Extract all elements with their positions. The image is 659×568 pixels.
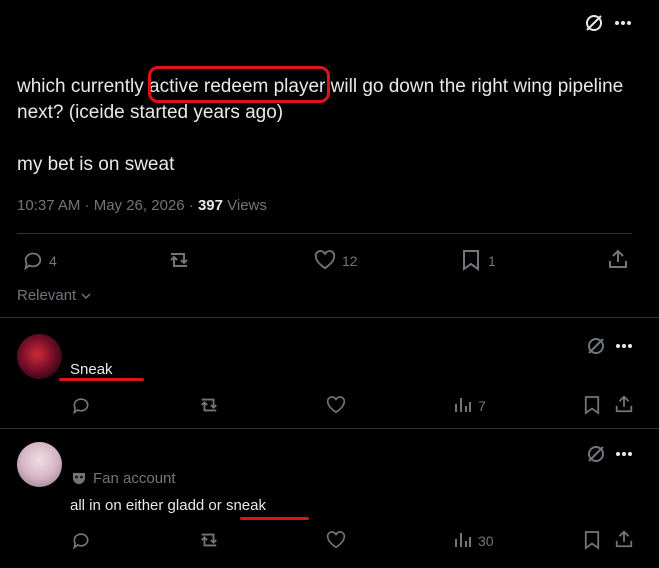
sort-dropdown[interactable]: Relevant [17,287,92,304]
red-annotation-box [148,66,330,103]
grok-icon[interactable] [586,336,606,356]
reply-text: Sneak [70,361,113,378]
reply-icon[interactable] [71,395,91,415]
grok-icon[interactable] [584,13,604,33]
share-icon[interactable] [614,529,634,549]
like-icon[interactable] [314,250,336,270]
more-options-icon[interactable] [615,451,633,457]
views-label: Views [222,197,267,214]
more-options-icon[interactable] [615,343,633,349]
share-icon[interactable] [607,248,629,270]
post-text-line-2: next? (iceide started years ago) [17,102,284,123]
like-icon[interactable] [326,531,346,549]
repost-icon[interactable] [197,530,221,550]
bookmark-count: 1 [488,253,496,269]
more-options-icon[interactable] [614,20,632,26]
bookmark-icon[interactable] [584,395,600,415]
reply-icon[interactable] [71,530,91,550]
repost-icon[interactable] [166,249,192,271]
views-icon[interactable] [454,531,472,549]
red-underline [59,378,144,381]
bookmark-icon[interactable] [584,530,600,550]
badge-label: Fan account [93,470,176,487]
reply-icon[interactable] [22,249,44,271]
divider [0,317,659,318]
views-icon[interactable] [454,396,472,414]
post-meta: 10:37 AM · May 26, 2026 · 397 Views [17,197,267,214]
views-count: 397 [197,197,223,214]
avatar[interactable] [17,334,62,379]
avatar[interactable] [17,442,62,487]
repost-icon[interactable] [197,395,221,415]
grok-icon[interactable] [586,444,606,464]
highlighted-word: sneak [225,497,266,514]
mask-icon [71,470,87,486]
sort-label: Relevant [17,287,77,304]
chevron-down-icon [80,291,92,301]
like-count: 12 [342,253,358,269]
views-count: 7 [478,398,486,414]
views-count: 30 [478,533,494,549]
bookmark-icon[interactable] [462,249,480,271]
divider [17,233,632,234]
like-icon[interactable] [326,396,346,414]
red-underline [240,517,309,520]
post-text-line-3: my bet is on sweat [17,154,175,175]
share-icon[interactable] [614,394,634,414]
reply-text: all in on either gladd or sneak [70,497,266,514]
reply-count: 4 [49,253,57,269]
timestamp[interactable]: 10:37 AM · May 26, 2026 · [17,197,198,214]
divider [0,428,659,429]
